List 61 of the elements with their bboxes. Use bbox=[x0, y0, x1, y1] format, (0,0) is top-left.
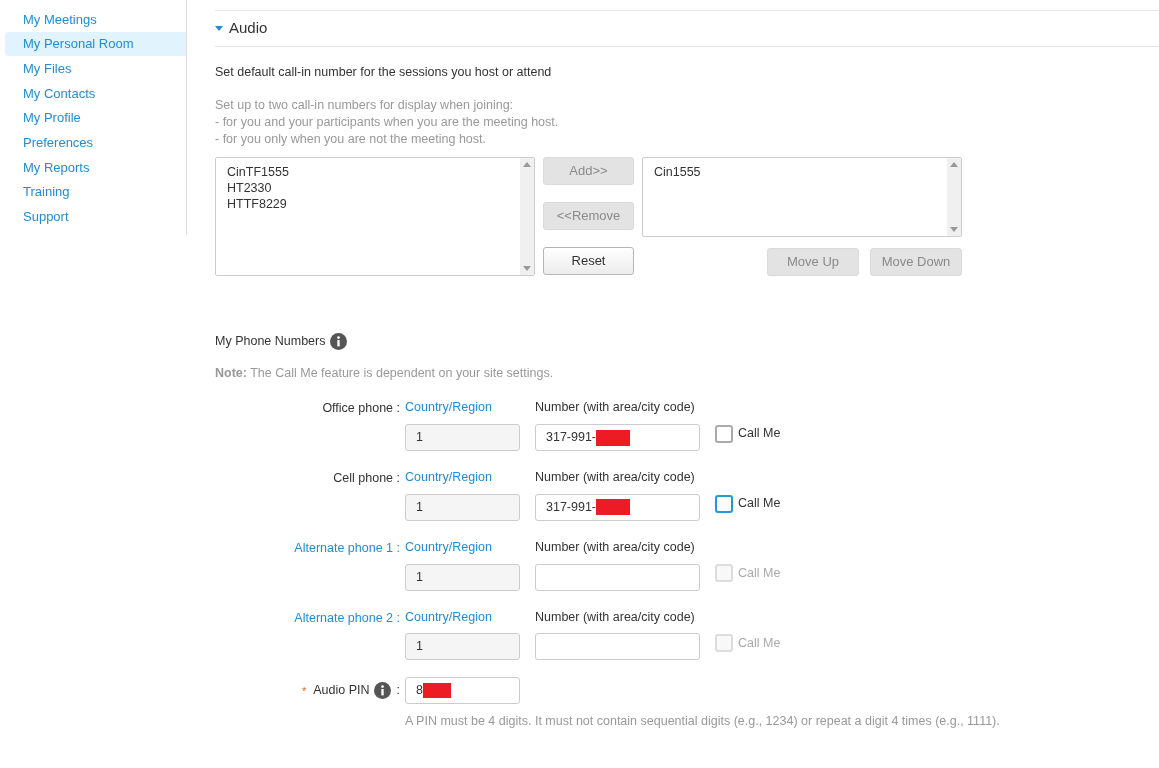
phone-label: Office phone : bbox=[322, 400, 400, 418]
call-me-label: Call Me bbox=[738, 564, 781, 582]
callin-heading: Set default call-in number for the sessions you host or attend bbox=[215, 64, 553, 81]
country-field[interactable]: 1 bbox=[405, 424, 520, 451]
phone-label: Alternate phone 2 : bbox=[294, 609, 400, 627]
scroll-up-icon[interactable] bbox=[523, 161, 531, 167]
sidebar-item[interactable]: My Reports bbox=[5, 155, 186, 180]
country-label: Country/Region bbox=[405, 538, 493, 556]
available-list[interactable]: CinTF1555 HT2330 HTTF8229 bbox=[215, 156, 535, 276]
sidebar-item[interactable]: My Files bbox=[5, 56, 186, 82]
country-label: Country/Region bbox=[405, 608, 493, 626]
info-icon bbox=[373, 682, 391, 700]
colon: : bbox=[396, 682, 400, 700]
list-option[interactable]: Cin1555 bbox=[654, 163, 947, 180]
list-option[interactable]: CinTF1555 bbox=[227, 163, 520, 180]
required-mark: * bbox=[301, 683, 307, 699]
section-header[interactable]: Audio bbox=[215, 11, 1159, 47]
sidebar-item[interactable]: My Profile bbox=[5, 105, 186, 131]
phone-label: Alternate phone 1 : bbox=[294, 539, 400, 557]
info-icon bbox=[330, 332, 348, 350]
number-label: Number (with area/city code) bbox=[535, 538, 696, 556]
call-me-label: Call Me bbox=[738, 495, 781, 513]
action-button[interactable]: Reset bbox=[543, 246, 634, 275]
sidebar-item[interactable]: Preferences bbox=[5, 130, 186, 156]
number-field[interactable]: 317-991- bbox=[535, 424, 700, 451]
sidebar-item[interactable]: Support bbox=[5, 204, 186, 230]
selected-list[interactable]: Cin1555 bbox=[642, 156, 962, 237]
number-label: Number (with area/city code) bbox=[535, 399, 696, 417]
sidebar-item[interactable]: My Meetings bbox=[5, 7, 186, 32]
country-field[interactable]: 1 bbox=[405, 493, 520, 521]
number-field[interactable]: 317-991- bbox=[535, 493, 700, 521]
help-text: - for you and your participants when you are the meeting host. bbox=[215, 113, 560, 131]
sidebar-item[interactable]: My Contacts bbox=[5, 81, 186, 106]
scroll-up-icon[interactable] bbox=[950, 161, 958, 167]
sidebar-item[interactable]: Training bbox=[5, 179, 186, 205]
field-value: 317-991- bbox=[546, 498, 597, 516]
section-title: Audio bbox=[229, 18, 268, 39]
help-text: Set up to two call-in numbers for display when joining: bbox=[215, 96, 515, 114]
pin-label: Audio PIN bbox=[313, 682, 370, 700]
list-option[interactable]: HTTF8229 bbox=[227, 195, 520, 212]
scroll-down-icon[interactable] bbox=[950, 226, 958, 232]
list-option[interactable]: HT2330 bbox=[227, 179, 520, 196]
field-value: 317-991- bbox=[546, 429, 597, 447]
checkbox[interactable] bbox=[715, 424, 733, 443]
help-text: - for you only when you are not the meeting host. bbox=[215, 130, 487, 148]
pin-field[interactable]: 8 bbox=[405, 677, 520, 705]
call-me-label: Call Me bbox=[738, 634, 781, 652]
number-label: Number (with area/city code) bbox=[535, 608, 696, 626]
pin-hint: A PIN must be 4 digits. It must not contain sequential digits (e.g., 1234) or repeat a digit 4 times (e.g., 1111). bbox=[405, 713, 1000, 731]
field-value: 8 bbox=[416, 682, 423, 700]
redaction-mark bbox=[596, 499, 631, 516]
note-text: Note: The Call Me feature is dependent on your site settings. bbox=[215, 364, 555, 382]
phones-title: My Phone Numbers bbox=[215, 332, 326, 350]
scroll-down-icon[interactable] bbox=[523, 265, 531, 271]
checkbox[interactable] bbox=[715, 494, 733, 513]
call-me-label: Call Me bbox=[738, 425, 781, 443]
redaction-mark bbox=[596, 429, 631, 446]
country-label: Country/Region bbox=[405, 469, 493, 486]
country-label: Country/Region bbox=[405, 399, 493, 417]
number-label: Number (with area/city code) bbox=[535, 469, 696, 486]
phone-label: Cell phone : bbox=[333, 470, 400, 487]
